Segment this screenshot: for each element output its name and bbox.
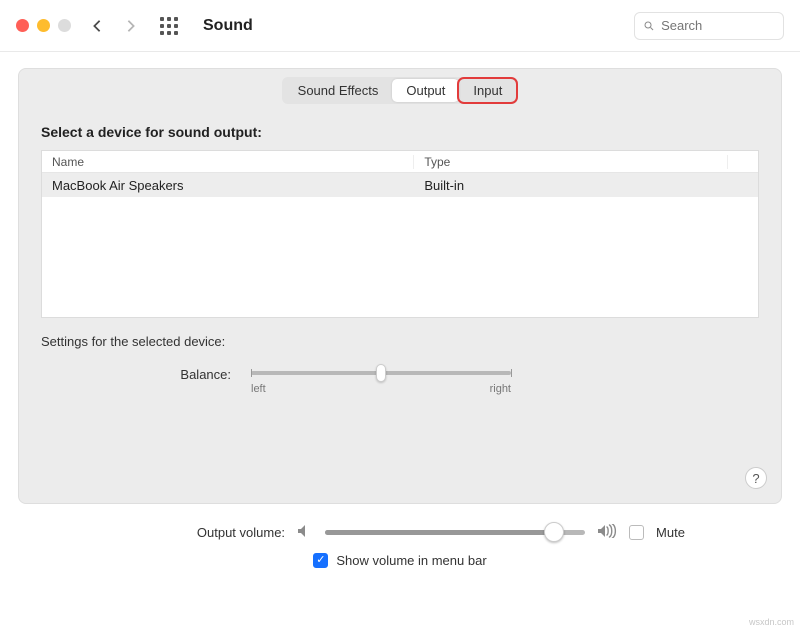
show-volume-row: Show volume in menu bar — [18, 553, 782, 568]
segmented-control: Sound Effects Output Input — [282, 77, 519, 104]
grid-icon — [160, 17, 178, 35]
volume-high-icon — [597, 524, 617, 541]
tab-bar: Sound Effects Output Input — [19, 69, 781, 104]
balance-slider[interactable] — [251, 371, 511, 375]
device-section: Select a device for sound output: Name T… — [19, 104, 781, 318]
column-type[interactable]: Type — [414, 155, 728, 169]
balance-left-label: left — [251, 383, 266, 395]
back-button[interactable] — [85, 14, 109, 38]
output-volume-label: Output volume: — [115, 525, 285, 540]
show-volume-label: Show volume in menu bar — [336, 553, 486, 568]
watermark: wsxdn.com — [749, 617, 794, 627]
zoom-window-button[interactable] — [58, 19, 71, 32]
device-table: Name Type MacBook Air Speakers Built-in — [41, 150, 759, 318]
chevron-left-icon — [90, 19, 104, 33]
search-icon — [643, 19, 655, 33]
mute-checkbox[interactable] — [629, 525, 644, 540]
main-panel: Sound Effects Output Input Select a devi… — [18, 68, 782, 504]
balance-slider-labels: left right — [251, 383, 511, 395]
output-volume-thumb[interactable] — [544, 522, 564, 542]
search-field[interactable] — [634, 12, 784, 40]
balance-right-label: right — [490, 383, 511, 395]
chevron-right-icon — [124, 19, 138, 33]
bottom-area: Output volume: Mute Show volume in menu … — [0, 510, 800, 568]
device-heading: Select a device for sound output: — [41, 124, 759, 140]
device-name: MacBook Air Speakers — [42, 178, 414, 193]
search-input[interactable] — [661, 18, 775, 33]
device-type: Built-in — [414, 178, 728, 193]
balance-slider-thumb[interactable] — [376, 364, 386, 382]
settings-heading: Settings for the selected device: — [41, 334, 759, 349]
tab-output[interactable]: Output — [392, 79, 459, 102]
close-window-button[interactable] — [16, 19, 29, 32]
help-button[interactable]: ? — [745, 467, 767, 489]
window-controls — [16, 19, 71, 32]
output-volume-row: Output volume: Mute — [18, 524, 782, 541]
tab-input[interactable]: Input — [459, 79, 516, 102]
mute-label: Mute — [656, 525, 685, 540]
tab-sound-effects[interactable]: Sound Effects — [284, 79, 393, 102]
volume-low-icon — [297, 524, 313, 541]
balance-row: Balance: left right — [41, 367, 759, 395]
balance-label: Balance: — [161, 367, 231, 382]
output-volume-slider[interactable] — [325, 530, 585, 535]
table-row[interactable]: MacBook Air Speakers Built-in — [42, 173, 758, 197]
minimize-window-button[interactable] — [37, 19, 50, 32]
forward-button[interactable] — [119, 14, 143, 38]
column-name[interactable]: Name — [42, 155, 414, 169]
page-title: Sound — [203, 17, 253, 35]
show-volume-checkbox[interactable] — [313, 553, 328, 568]
table-header: Name Type — [42, 151, 758, 173]
show-all-button[interactable] — [157, 14, 181, 38]
toolbar: Sound — [0, 0, 800, 52]
device-settings: Settings for the selected device: Balanc… — [19, 318, 781, 395]
